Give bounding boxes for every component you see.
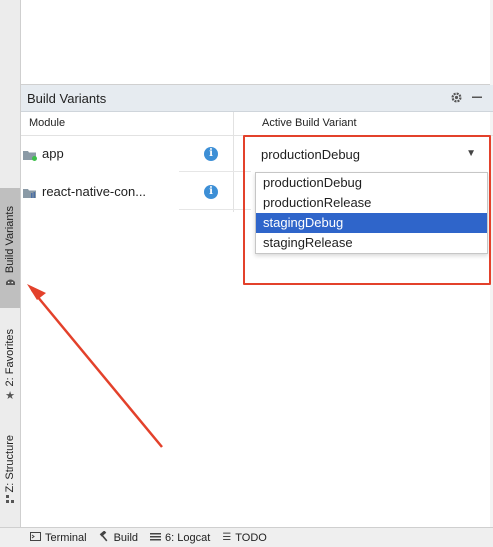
chevron-down-icon[interactable]: ▼ xyxy=(466,148,476,159)
module-name: react-native-con... xyxy=(42,184,147,199)
tab-favorites-label: 2: Favorites xyxy=(4,329,16,387)
hammer-icon xyxy=(99,529,110,545)
tab-todo-label: TODO xyxy=(235,531,267,544)
variant-option[interactable]: productionDebug xyxy=(256,173,487,193)
tab-favorites[interactable]: 2: Favorites ★ xyxy=(0,318,20,413)
variant-option[interactable]: stagingRelease xyxy=(256,233,487,253)
left-tool-strip: Build Variants 2: Favorites ★ Z: Structu… xyxy=(0,0,21,527)
editor-area xyxy=(21,0,493,85)
divider xyxy=(179,171,251,172)
tab-terminal-label: Terminal xyxy=(45,531,87,544)
panel-title: Build Variants xyxy=(27,90,107,106)
variant-option[interactable]: productionRelease xyxy=(256,193,487,213)
tab-todo[interactable]: ☰ TODO xyxy=(222,532,267,544)
info-icon[interactable]: i xyxy=(204,185,218,199)
star-icon: ★ xyxy=(5,389,15,402)
bottom-tool-bar: Terminal Build 6: Logcat ☰ TODO xyxy=(0,527,493,547)
minimize-icon[interactable] xyxy=(471,91,483,105)
tab-build[interactable]: Build xyxy=(99,529,139,545)
tab-build-label: Build xyxy=(113,531,139,544)
build-variants-panel-header: Build Variants xyxy=(21,85,493,112)
info-icon[interactable]: i xyxy=(204,147,218,161)
build-variant-select[interactable]: productionDebug ▼ xyxy=(255,143,488,167)
tab-build-variants-label: Build Variants xyxy=(4,206,16,274)
module-name: app xyxy=(42,146,64,161)
tab-logcat[interactable]: 6: Logcat xyxy=(150,532,210,544)
gear-icon[interactable] xyxy=(450,91,463,106)
divider xyxy=(179,209,251,210)
selected-variant-value: productionDebug xyxy=(261,147,361,162)
column-header-active-variant: Active Build Variant xyxy=(262,117,357,129)
tab-structure[interactable]: Z: Structure xyxy=(0,425,20,517)
tab-terminal[interactable]: Terminal xyxy=(30,531,87,544)
tab-build-variants[interactable]: Build Variants xyxy=(0,188,20,308)
android-module-folder-icon xyxy=(23,148,37,161)
table-header: Module Active Build Variant xyxy=(21,112,493,136)
library-module-folder-icon xyxy=(23,186,37,198)
structure-icon xyxy=(5,494,15,507)
terminal-icon xyxy=(30,531,41,544)
android-icon xyxy=(5,276,16,290)
panel-actions xyxy=(450,91,483,106)
column-header-module: Module xyxy=(29,117,66,129)
logcat-icon xyxy=(150,532,162,544)
tab-structure-label: Z: Structure xyxy=(4,434,16,493)
todo-list-icon: ☰ xyxy=(222,532,232,543)
variant-option[interactable]: stagingDebug xyxy=(256,213,487,233)
variant-dropdown-list: productionDebug productionRelease stagin… xyxy=(255,172,488,254)
tab-logcat-label: 6: Logcat xyxy=(165,531,211,544)
